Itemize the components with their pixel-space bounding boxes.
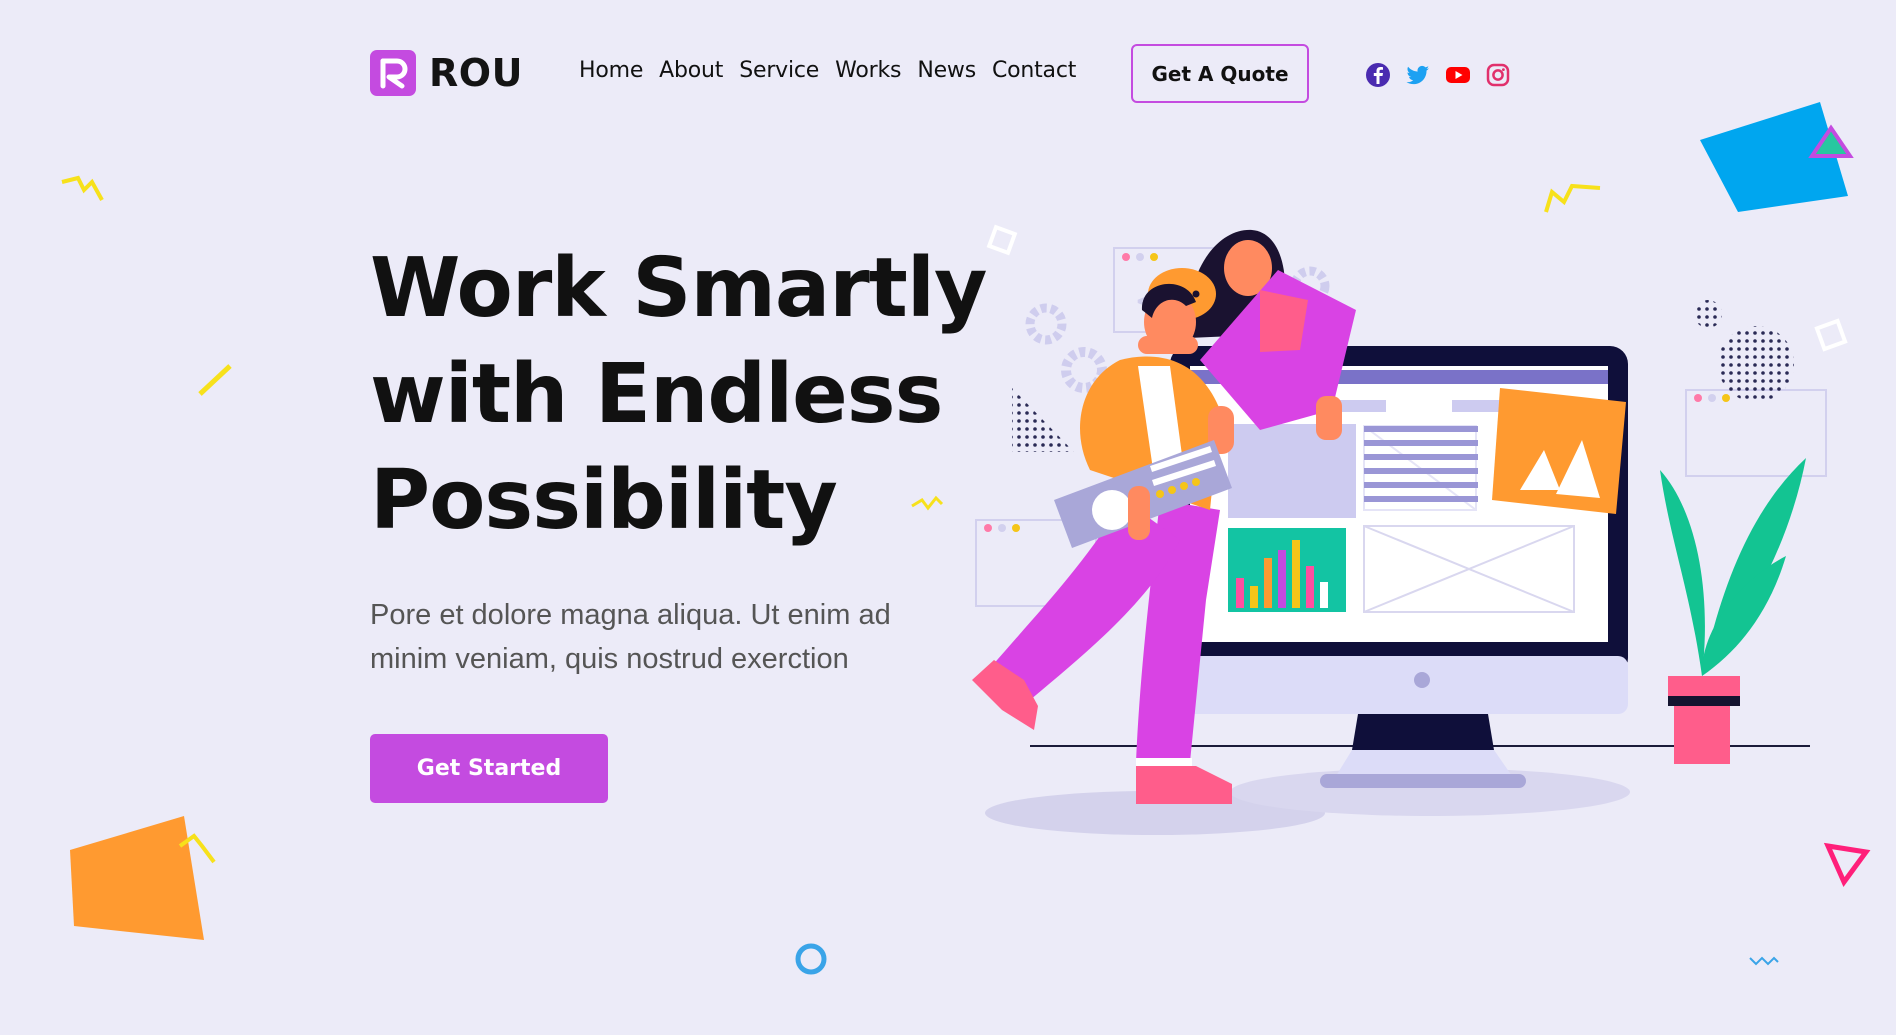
social-links <box>1365 62 1525 88</box>
hero-subtitle: Pore et dolore magna aliqua. Ut enim ad … <box>370 593 930 681</box>
facebook-icon[interactable] <box>1365 62 1391 88</box>
twitter-icon[interactable] <box>1405 62 1431 88</box>
nav-news[interactable]: News <box>917 54 976 88</box>
triangle-icon <box>1808 124 1854 158</box>
hero-title-line: Possibility <box>370 453 838 548</box>
get-started-button[interactable]: Get Started <box>370 734 608 803</box>
instagram-icon[interactable] <box>1485 62 1511 88</box>
hero-illustration: </> <box>972 229 1827 835</box>
nav-contact[interactable]: Contact <box>992 54 1076 88</box>
hero-subtitle-line: minim veniam, quis nostrud exerction <box>370 643 849 675</box>
wave-icon <box>1749 956 1779 966</box>
yellow-zigzag-icon <box>61 175 104 201</box>
hero-subtitle-line: Pore et dolore magna aliqua. Ut enim ad <box>370 599 891 631</box>
hero-title-line: with Endless <box>370 347 943 442</box>
logo-mark-icon <box>370 50 416 96</box>
nav-service[interactable]: Service <box>739 54 819 88</box>
nav-home[interactable]: Home <box>579 54 643 88</box>
site-header: ROU Home About Service Works News Contac… <box>370 44 1530 104</box>
logo[interactable]: ROU <box>370 50 523 96</box>
nav-about[interactable]: About <box>659 54 723 88</box>
main-nav: Home About Service Works News Contact <box>579 54 1092 88</box>
yellow-line-icon <box>198 364 232 396</box>
blue-ring-icon <box>795 943 827 975</box>
get-a-quote-button[interactable]: Get A Quote <box>1131 44 1309 103</box>
hero-title: Work Smartly with Endless Possibility <box>370 236 990 554</box>
brand-name: ROU <box>429 51 523 95</box>
nav-works[interactable]: Works <box>835 54 901 88</box>
youtube-icon[interactable] <box>1445 62 1471 88</box>
hero-title-line: Work Smartly <box>370 241 987 336</box>
yellow-zigzag-icon <box>178 833 216 864</box>
